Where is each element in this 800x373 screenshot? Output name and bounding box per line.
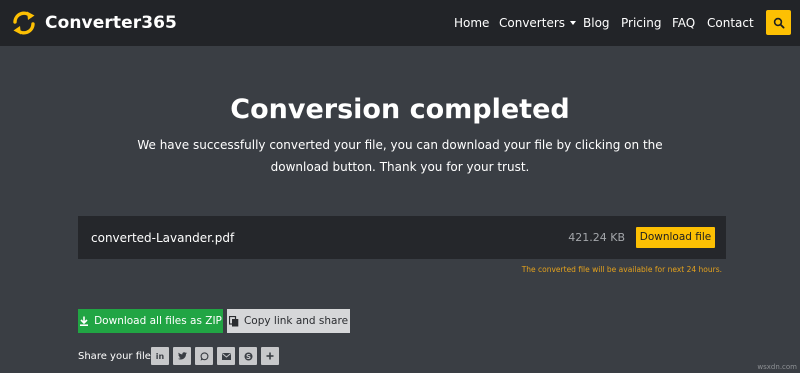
linkedin-icon[interactable]: in xyxy=(151,347,169,365)
download-zip-label: Download all files as ZIP xyxy=(94,315,222,327)
search-icon xyxy=(773,17,785,29)
page-description: We have successfully converted your file… xyxy=(137,138,663,174)
refresh-logo-icon xyxy=(13,11,35,35)
share-label: Share your file xyxy=(78,351,151,362)
watermark: wsxdn.com xyxy=(757,363,797,371)
skype-icon[interactable]: S xyxy=(239,347,257,365)
download-icon xyxy=(79,316,89,326)
svg-text:S: S xyxy=(245,353,250,361)
nav-blog-link[interactable]: Blog xyxy=(583,15,610,31)
converted-file-row: converted-Lavander.pdf 421.24 KB Downloa… xyxy=(78,216,726,259)
download-zip-button[interactable]: Download all files as ZIP xyxy=(78,309,223,333)
more-icon[interactable] xyxy=(261,347,279,365)
nav-home-link[interactable]: Home xyxy=(454,15,489,31)
copy-link-label: Copy link and share xyxy=(243,315,349,327)
file-size: 421.24 KB xyxy=(568,231,625,244)
page-title: Conversion completed xyxy=(230,94,570,125)
nav-converters-dropdown[interactable]: Converters xyxy=(499,15,577,31)
nav-contact-link[interactable]: Contact xyxy=(707,15,754,31)
nav-faq-link[interactable]: FAQ xyxy=(672,15,695,31)
brand-name: Converter365 xyxy=(45,13,177,33)
nav-converters-label: Converters xyxy=(499,16,566,30)
search-button[interactable] xyxy=(766,10,791,35)
download-file-button[interactable]: Download file xyxy=(636,227,715,248)
file-name: converted-Lavander.pdf xyxy=(91,231,235,245)
caret-down-icon xyxy=(570,21,577,25)
twitter-icon[interactable] xyxy=(173,347,191,365)
top-navbar: Converter365 Home Converters Blog Pricin… xyxy=(0,0,800,46)
share-icons: in S xyxy=(151,347,283,365)
copy-icon xyxy=(228,315,239,327)
nav-pricing-link[interactable]: Pricing xyxy=(621,15,661,31)
availability-note: The converted file will be available for… xyxy=(521,265,722,274)
brand-logo-link[interactable]: Converter365 xyxy=(10,9,177,37)
email-icon[interactable] xyxy=(217,347,235,365)
whatsapp-icon[interactable] xyxy=(195,347,213,365)
copy-link-button[interactable]: Copy link and share xyxy=(227,309,350,333)
